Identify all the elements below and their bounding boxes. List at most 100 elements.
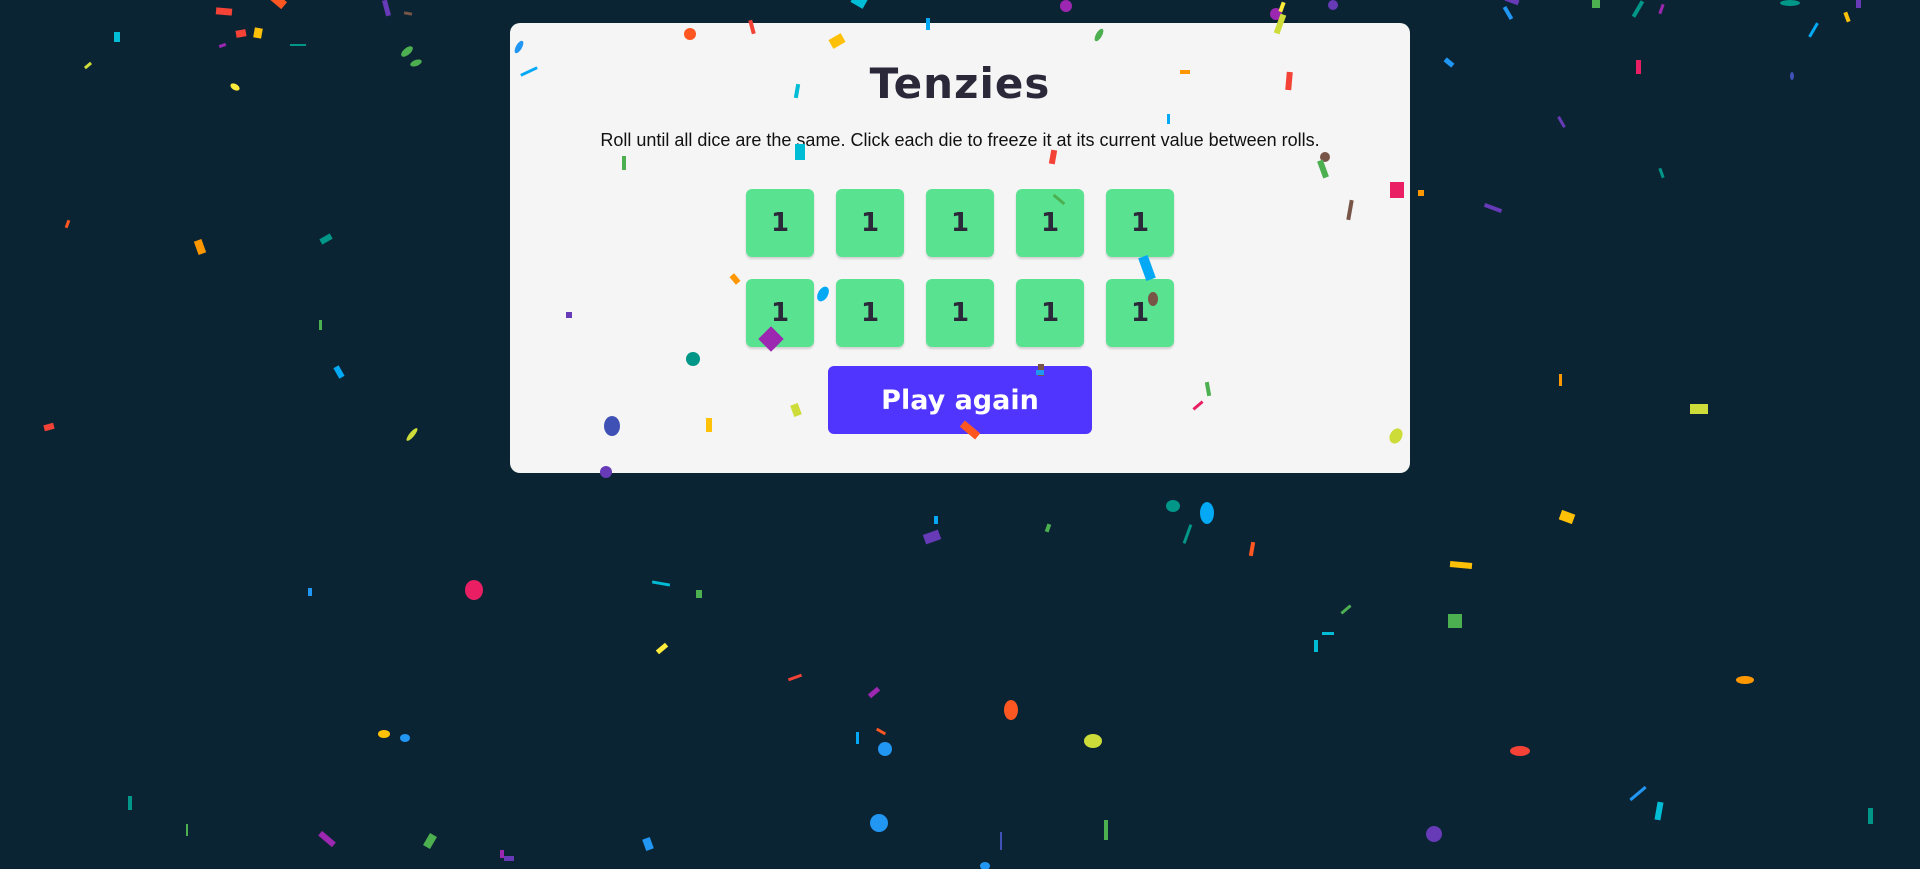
confetti-piece xyxy=(1443,57,1455,68)
confetti-piece xyxy=(500,850,504,858)
confetti-piece xyxy=(1322,632,1334,635)
confetti-piece xyxy=(319,233,333,245)
game-card: Tenzies Roll until all dice are the same… xyxy=(510,23,1410,473)
confetti-piece xyxy=(696,590,702,598)
confetti-piece xyxy=(870,814,888,832)
confetti-piece xyxy=(1629,785,1647,802)
confetti-piece xyxy=(1559,374,1562,386)
confetti-piece xyxy=(1200,502,1214,524)
confetti-piece xyxy=(1449,561,1473,569)
confetti-piece xyxy=(253,27,263,39)
confetti-piece xyxy=(1426,826,1442,842)
confetti-piece xyxy=(856,732,859,744)
confetti-piece xyxy=(1504,0,1520,6)
confetti-piece xyxy=(1654,801,1664,821)
confetti-piece xyxy=(215,7,233,16)
confetti-piece xyxy=(268,0,288,10)
confetti-piece xyxy=(875,727,887,736)
confetti-piece xyxy=(1084,734,1102,748)
confetti-piece xyxy=(290,44,306,46)
confetti-piece xyxy=(186,824,188,836)
confetti-piece xyxy=(333,365,345,379)
die-4[interactable]: 1 xyxy=(1016,189,1084,257)
confetti-piece xyxy=(43,422,55,432)
confetti-piece xyxy=(1060,0,1072,12)
confetti-piece xyxy=(399,44,415,59)
confetti-piece xyxy=(64,219,71,229)
confetti-piece xyxy=(1780,0,1800,6)
confetti-piece xyxy=(409,58,423,68)
die-7[interactable]: 1 xyxy=(836,279,904,347)
confetti-piece xyxy=(423,832,437,850)
confetti-piece xyxy=(1790,72,1794,80)
confetti-piece xyxy=(878,742,892,756)
confetti-piece xyxy=(1248,541,1256,557)
confetti-piece xyxy=(193,239,207,255)
confetti-piece xyxy=(229,81,241,93)
confetti-piece xyxy=(1658,3,1665,15)
confetti-piece xyxy=(1843,11,1851,23)
confetti-piece xyxy=(1856,0,1861,8)
confetti-piece xyxy=(1631,0,1645,18)
confetti-piece xyxy=(218,42,227,49)
die-6[interactable]: 1 xyxy=(746,279,814,347)
confetti-piece xyxy=(655,642,669,655)
game-instructions: Roll until all dice are the same. Click … xyxy=(600,130,1320,150)
confetti-piece xyxy=(1104,820,1108,840)
die-9[interactable]: 1 xyxy=(1016,279,1084,347)
confetti-piece xyxy=(787,673,803,682)
confetti-piece xyxy=(404,426,420,443)
confetti-piece xyxy=(1340,604,1352,615)
confetti-piece xyxy=(1592,0,1600,8)
confetti-piece xyxy=(1510,746,1530,756)
confetti-piece xyxy=(1448,614,1462,628)
dice-grid: 1 1 1 1 1 1 1 1 1 1 xyxy=(746,189,1174,347)
confetti-piece xyxy=(319,320,322,330)
confetti-piece xyxy=(378,730,390,738)
die-10[interactable]: 1 xyxy=(1106,279,1174,347)
confetti-piece xyxy=(1557,116,1566,128)
confetti-piece xyxy=(1502,5,1514,21)
die-8[interactable]: 1 xyxy=(926,279,994,347)
confetti-piece xyxy=(1166,500,1180,512)
confetti-piece xyxy=(465,580,483,600)
confetti-piece xyxy=(1000,832,1002,850)
confetti-piece xyxy=(850,0,868,9)
play-again-button[interactable]: Play again xyxy=(828,366,1092,434)
confetti-piece xyxy=(867,686,881,699)
die-5[interactable]: 1 xyxy=(1106,189,1174,257)
confetti-piece xyxy=(1868,808,1873,824)
confetti-piece xyxy=(114,32,120,42)
confetti-piece xyxy=(83,61,93,70)
confetti-piece xyxy=(1278,1,1286,13)
confetti-piece xyxy=(934,516,938,524)
confetti-piece xyxy=(1483,203,1503,213)
die-1[interactable]: 1 xyxy=(746,189,814,257)
confetti-piece xyxy=(1270,8,1282,20)
confetti-piece xyxy=(651,580,671,587)
confetti-piece xyxy=(1658,167,1665,179)
confetti-piece xyxy=(1418,190,1424,196)
confetti-piece xyxy=(642,836,654,852)
confetti-piece xyxy=(1690,404,1708,414)
confetti-piece xyxy=(382,0,391,17)
die-2[interactable]: 1 xyxy=(836,189,904,257)
confetti-piece xyxy=(1044,523,1052,533)
confetti-piece xyxy=(1636,60,1641,74)
confetti-piece xyxy=(1808,22,1819,38)
confetti-piece xyxy=(980,862,990,869)
confetti-piece xyxy=(400,734,410,742)
game-title: Tenzies xyxy=(869,59,1051,108)
die-3[interactable]: 1 xyxy=(926,189,994,257)
confetti-piece xyxy=(1328,0,1338,10)
confetti-piece xyxy=(922,529,942,545)
confetti-piece xyxy=(1004,700,1018,720)
confetti-piece xyxy=(1736,676,1754,684)
confetti-piece xyxy=(235,29,247,38)
confetti-piece xyxy=(1182,524,1193,544)
confetti-piece xyxy=(1314,640,1318,652)
confetti-piece xyxy=(1558,509,1576,525)
confetti-piece xyxy=(403,11,413,16)
confetti-piece xyxy=(128,796,132,810)
confetti-piece xyxy=(504,856,514,861)
